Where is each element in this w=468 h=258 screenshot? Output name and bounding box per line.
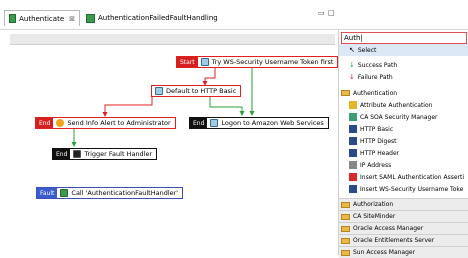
node-label: Try WS-Security Username Token first: [211, 58, 334, 66]
node-send-info-alert[interactable]: End Send Info Alert to Administrator: [35, 117, 176, 129]
tab-authentication-failed-fault-handling[interactable]: AuthenticationFailedFaultHandling: [82, 10, 222, 26]
policy-shortcut-icon: [60, 189, 69, 197]
palette-item[interactable]: HTTP Header: [339, 147, 468, 159]
http-icon: [349, 125, 357, 133]
palette-item[interactable]: IP Address: [339, 159, 468, 171]
node-label: Logon to Amazon Web Services: [221, 119, 324, 127]
tool-label: Success Path: [357, 61, 398, 69]
success-connector: [209, 97, 245, 116]
policy-icon: [86, 13, 95, 23]
ca-icon: [349, 113, 357, 121]
policy-icon: [9, 14, 17, 23]
tool-label: Failure Path: [357, 73, 393, 81]
palette-tool-select[interactable]: ↖ Select: [339, 44, 468, 56]
ws-security-icon: [349, 185, 357, 193]
node-label: Send Info Alert to Administrator: [67, 119, 171, 127]
palette-item[interactable]: HTTP Digest: [339, 135, 468, 147]
node-logon-aws[interactable]: End Logon to Amazon Web Services: [189, 117, 329, 129]
item-label: HTTP Header: [360, 149, 400, 157]
folder-icon: [341, 237, 350, 244]
saml-icon: [349, 173, 357, 181]
item-label: IP Address: [360, 161, 392, 169]
palette-category-sun-access-manager[interactable]: Sun Access Manager: [339, 246, 468, 258]
palette-category-oracle-entitlements-server[interactable]: Oracle Entitlements Server: [339, 234, 468, 246]
folder-icon: [341, 213, 350, 220]
close-tab-icon[interactable]: ⊠: [69, 15, 75, 23]
node-label: Default to HTTP Basic: [166, 87, 237, 95]
alert-icon: [56, 119, 65, 127]
item-label: HTTP Basic: [360, 125, 394, 133]
tab-authenticate[interactable]: Authenticate ⊠: [4, 10, 80, 26]
node-label: Trigger Fault Handler: [84, 150, 153, 158]
failure-connector: [202, 68, 216, 86]
item-label: HTTP Digest: [360, 137, 397, 145]
down-arrow-red-icon: ↓: [349, 73, 355, 81]
item-label: Insert WS-Security Username Toke: [360, 185, 464, 193]
http-icon: [349, 137, 357, 145]
http-icon: [349, 149, 357, 157]
http-routing-icon: [210, 119, 219, 127]
palette-search-input[interactable]: [341, 32, 467, 44]
palette-item[interactable]: Insert WS-Security Username Toke: [339, 183, 468, 195]
folder-icon: [341, 201, 350, 208]
end-tag: End: [190, 118, 208, 128]
palette-category-ca-siteminder[interactable]: CA SiteMinder: [339, 210, 468, 222]
palette-tool-success-path[interactable]: ↓ Success Path: [339, 59, 468, 71]
filter-palette: ↖ Select ↓ Success Path ↓ Failure Path A…: [338, 30, 468, 258]
node-start[interactable]: Start Try WS-Security Username Token fir…: [176, 56, 339, 68]
item-label: Insert SAML Authentication Asserti: [360, 173, 465, 181]
tool-label: Select: [357, 46, 377, 54]
down-arrow-green-icon: ↓: [349, 61, 355, 69]
policy-canvas[interactable]: Start Try WS-Security Username Token fir…: [10, 45, 339, 255]
trigger-icon: [73, 150, 82, 158]
node-fault-call[interactable]: Fault Call 'AuthenticationFaultHandler': [36, 187, 184, 199]
palette-item[interactable]: Insert SAML Authentication Asserti: [339, 171, 468, 183]
item-label: CA SOA Security Manager: [360, 113, 438, 121]
failure-connector: [102, 97, 153, 117]
palette-item[interactable]: CA SOA Security Manager: [339, 111, 468, 123]
palette-category-authorization[interactable]: Authorization: [339, 198, 468, 210]
category-label: Oracle Access Manager: [353, 225, 424, 232]
ip-address-icon: [349, 161, 357, 169]
start-tag: Start: [177, 57, 198, 67]
category-label: Authentication: [353, 89, 398, 97]
tab-label: Authenticate: [19, 14, 65, 23]
node-label: Call 'AuthenticationFaultHandler': [71, 189, 179, 197]
palette-tool-failure-path[interactable]: ↓ Failure Path: [339, 71, 468, 83]
item-label: Attribute Authentication: [360, 101, 433, 109]
palette-item[interactable]: HTTP Basic: [339, 123, 468, 135]
fault-tag: Fault: [37, 188, 58, 198]
end-tag: End: [53, 149, 71, 159]
category-label: Authorization: [353, 201, 394, 208]
category-label: CA SiteMinder: [353, 213, 396, 220]
http-basic-icon: [155, 87, 163, 95]
folder-icon: [341, 225, 350, 232]
node-default-http-basic[interactable]: Default to HTTP Basic: [151, 85, 242, 97]
minimize-icon[interactable]: ▭: [318, 9, 325, 17]
palette-item[interactable]: Attribute Authentication: [339, 99, 468, 111]
category-label: Oracle Entitlements Server: [353, 237, 435, 244]
node-trigger-fault-handler[interactable]: End Trigger Fault Handler: [52, 148, 158, 160]
ws-security-icon: [200, 58, 209, 66]
palette-category-oracle-access-manager[interactable]: Oracle Access Manager: [339, 222, 468, 234]
maximize-icon[interactable]: □: [328, 9, 335, 17]
tab-label: AuthenticationFailedFaultHandling: [98, 14, 218, 22]
end-tag: End: [36, 118, 54, 128]
editor-tab-strip: Authenticate ⊠ AuthenticationFailedFault…: [0, 0, 468, 30]
folder-open-icon: [341, 90, 350, 96]
attribute-icon: [349, 101, 357, 109]
palette-category-authentication[interactable]: Authentication: [339, 87, 468, 99]
cursor-icon: ↖: [349, 46, 355, 54]
canvas-scrollbar[interactable]: [10, 34, 335, 45]
